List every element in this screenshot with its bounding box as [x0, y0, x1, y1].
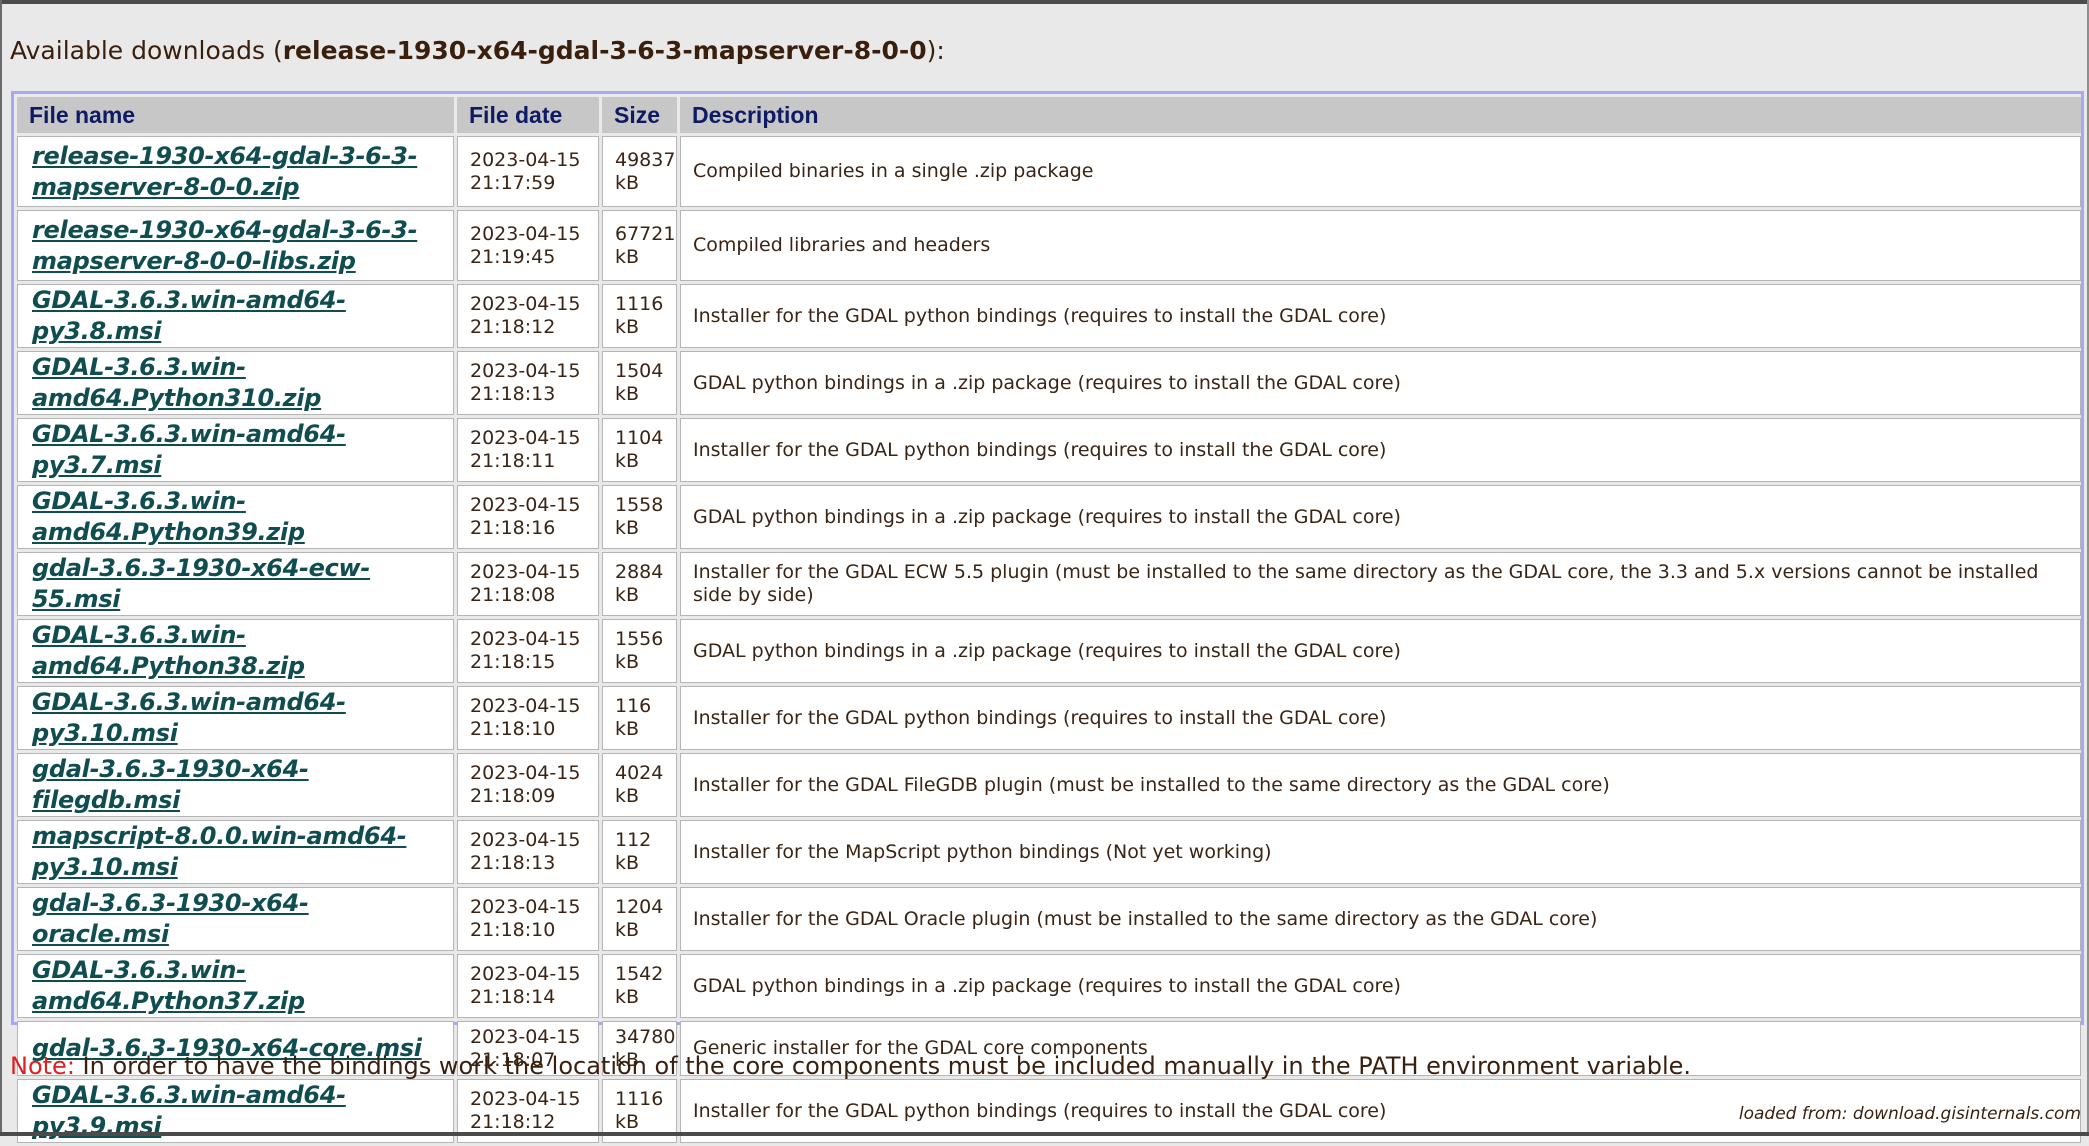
column-header-size: Size [602, 97, 677, 133]
file-size-cell: 67721 kB [602, 210, 677, 281]
note-label: Note: [10, 1052, 75, 1080]
table-row: GDAL-3.6.3.win-amd64.Python38.zip 2023-0… [17, 619, 2081, 683]
file-download-link[interactable]: GDAL-3.6.3.win-amd64-py3.8.msi [32, 286, 346, 345]
file-date-cell: 2023-04-15 21:18:16 [457, 485, 599, 549]
file-name-cell: GDAL-3.6.3.win-amd64.Python310.zip [17, 351, 454, 415]
file-size-cell: 2884 kB [602, 552, 677, 616]
file-download-link[interactable]: GDAL-3.6.3.win-amd64.Python310.zip [32, 353, 321, 412]
window-left-border [0, 0, 2, 1136]
file-download-link[interactable]: GDAL-3.6.3.win-amd64.Python38.zip [32, 621, 305, 680]
file-name-cell: GDAL-3.6.3.win-amd64-py3.7.msi [17, 418, 454, 482]
file-date-cell: 2023-04-15 21:18:11 [457, 418, 599, 482]
file-name-cell: GDAL-3.6.3.win-amd64.Python39.zip [17, 485, 454, 549]
loaded-from-footer: loaded from: download.gisinternals.com [1738, 1104, 2081, 1124]
column-header-description: Description [680, 97, 2081, 133]
file-download-link[interactable]: gdal-3.6.3-1930-x64-oracle.msi [32, 889, 309, 948]
file-date-cell: 2023-04-15 21:18:15 [457, 619, 599, 683]
path-note: Note: In order to have the bindings work… [10, 1052, 1691, 1080]
file-date-cell: 2023-04-15 21:18:12 [457, 284, 599, 348]
table-row: GDAL-3.6.3.win-amd64-py3.8.msi 2023-04-1… [17, 284, 2081, 348]
file-size-cell: 1556 kB [602, 619, 677, 683]
release-name: release-1930-x64-gdal-3-6-3-mapserver-8-… [282, 36, 927, 65]
window-top-border [0, 0, 2089, 4]
file-name-cell: GDAL-3.6.3.win-amd64-py3.10.msi [17, 686, 454, 750]
file-date-cell: 2023-04-15 21:18:13 [457, 820, 599, 884]
file-date-cell: 2023-04-15 21:18:14 [457, 954, 599, 1018]
file-download-link[interactable]: release-1930-x64-gdal-3-6-3-mapserver-8-… [32, 216, 418, 275]
table-row: GDAL-3.6.3.win-amd64-py3.7.msi 2023-04-1… [17, 418, 2081, 482]
file-size-cell: 1558 kB [602, 485, 677, 549]
downloads-table: File name File date Size Description rel… [14, 94, 2084, 1146]
heading-suffix: ): [926, 36, 945, 65]
file-download-link[interactable]: GDAL-3.6.3.win-amd64-py3.10.msi [32, 688, 346, 747]
file-date-cell: 2023-04-15 21:18:08 [457, 552, 599, 616]
file-name-cell: gdal-3.6.3-1930-x64-oracle.msi [17, 887, 454, 951]
heading-prefix: Available downloads ( [10, 36, 283, 65]
file-download-link[interactable]: gdal-3.6.3-1930-x64-filegdb.msi [32, 755, 309, 814]
file-description-cell: Installer for the GDAL ECW 5.5 plugin (m… [680, 552, 2081, 616]
file-download-link[interactable]: GDAL-3.6.3.win-amd64-py3.7.msi [32, 420, 346, 479]
file-date-cell: 2023-04-15 21:17:59 [457, 136, 599, 207]
file-name-cell: release-1930-x64-gdal-3-6-3-mapserver-8-… [17, 136, 454, 207]
file-description-cell: GDAL python bindings in a .zip package (… [680, 619, 2081, 683]
table-row: GDAL-3.6.3.win-amd64-py3.10.msi 2023-04-… [17, 686, 2081, 750]
table-row: gdal-3.6.3-1930-x64-oracle.msi 2023-04-1… [17, 887, 2081, 951]
file-name-cell: GDAL-3.6.3.win-amd64-py3.8.msi [17, 284, 454, 348]
file-name-cell: GDAL-3.6.3.win-amd64.Python37.zip [17, 954, 454, 1018]
file-description-cell: Installer for the GDAL python bindings (… [680, 686, 2081, 750]
file-date-cell: 2023-04-15 21:19:45 [457, 210, 599, 281]
file-name-cell: gdal-3.6.3-1930-x64-ecw-55.msi [17, 552, 454, 616]
file-description-cell: GDAL python bindings in a .zip package (… [680, 954, 2081, 1018]
table-row: mapscript-8.0.0.win-amd64-py3.10.msi 202… [17, 820, 2081, 884]
file-size-cell: 116 kB [602, 686, 677, 750]
file-size-cell: 4024 kB [602, 753, 677, 817]
column-header-file-date: File date [457, 97, 599, 133]
file-download-link[interactable]: GDAL-3.6.3.win-amd64.Python39.zip [32, 487, 305, 546]
file-description-cell: Installer for the GDAL Oracle plugin (mu… [680, 887, 2081, 951]
file-size-cell: 49837 kB [602, 136, 677, 207]
file-size-cell: 1116 kB [602, 284, 677, 348]
file-download-link[interactable]: release-1930-x64-gdal-3-6-3-mapserver-8-… [32, 142, 418, 201]
file-description-cell: Installer for the GDAL FileGDB plugin (m… [680, 753, 2081, 817]
table-row: gdal-3.6.3-1930-x64-ecw-55.msi 2023-04-1… [17, 552, 2081, 616]
file-date-cell: 2023-04-15 21:18:10 [457, 686, 599, 750]
file-name-cell: mapscript-8.0.0.win-amd64-py3.10.msi [17, 820, 454, 884]
file-description-cell: Installer for the GDAL python bindings (… [680, 284, 2081, 348]
file-description-cell: Compiled binaries in a single .zip packa… [680, 136, 2081, 207]
file-description-cell: Installer for the MapScript python bindi… [680, 820, 2081, 884]
table-row: GDAL-3.6.3.win-amd64.Python310.zip 2023-… [17, 351, 2081, 415]
file-download-link[interactable]: GDAL-3.6.3.win-amd64.Python37.zip [32, 956, 305, 1015]
file-name-cell: gdal-3.6.3-1930-x64-filegdb.msi [17, 753, 454, 817]
file-size-cell: 1542 kB [602, 954, 677, 1018]
file-description-cell: Installer for the GDAL python bindings (… [680, 418, 2081, 482]
column-header-file-name: File name [17, 97, 454, 133]
table-row: GDAL-3.6.3.win-amd64.Python37.zip 2023-0… [17, 954, 2081, 1018]
file-date-cell: 2023-04-15 21:18:10 [457, 887, 599, 951]
file-name-cell: release-1930-x64-gdal-3-6-3-mapserver-8-… [17, 210, 454, 281]
file-download-link[interactable]: gdal-3.6.3-1930-x64-ecw-55.msi [32, 554, 370, 613]
file-name-cell: GDAL-3.6.3.win-amd64.Python38.zip [17, 619, 454, 683]
file-size-cell: 112 kB [602, 820, 677, 884]
table-header-row: File name File date Size Description [17, 97, 2081, 133]
file-description-cell: GDAL python bindings in a .zip package (… [680, 351, 2081, 415]
window-bottom-border [0, 1132, 2089, 1136]
page-heading: Available downloads (release-1930-x64-gd… [10, 36, 945, 65]
file-size-cell: 1504 kB [602, 351, 677, 415]
file-description-cell: GDAL python bindings in a .zip package (… [680, 485, 2081, 549]
file-date-cell: 2023-04-15 21:18:09 [457, 753, 599, 817]
table-row: release-1930-x64-gdal-3-6-3-mapserver-8-… [17, 210, 2081, 281]
file-description-cell: Compiled libraries and headers [680, 210, 2081, 281]
file-download-link[interactable]: mapscript-8.0.0.win-amd64-py3.10.msi [32, 822, 407, 881]
file-size-cell: 1204 kB [602, 887, 677, 951]
table-row: release-1930-x64-gdal-3-6-3-mapserver-8-… [17, 136, 2081, 207]
file-date-cell: 2023-04-15 21:18:13 [457, 351, 599, 415]
table-row: gdal-3.6.3-1930-x64-filegdb.msi 2023-04-… [17, 753, 2081, 817]
table-row: GDAL-3.6.3.win-amd64.Python39.zip 2023-0… [17, 485, 2081, 549]
note-text: In order to have the bindings work the l… [74, 1052, 1692, 1080]
file-size-cell: 1104 kB [602, 418, 677, 482]
